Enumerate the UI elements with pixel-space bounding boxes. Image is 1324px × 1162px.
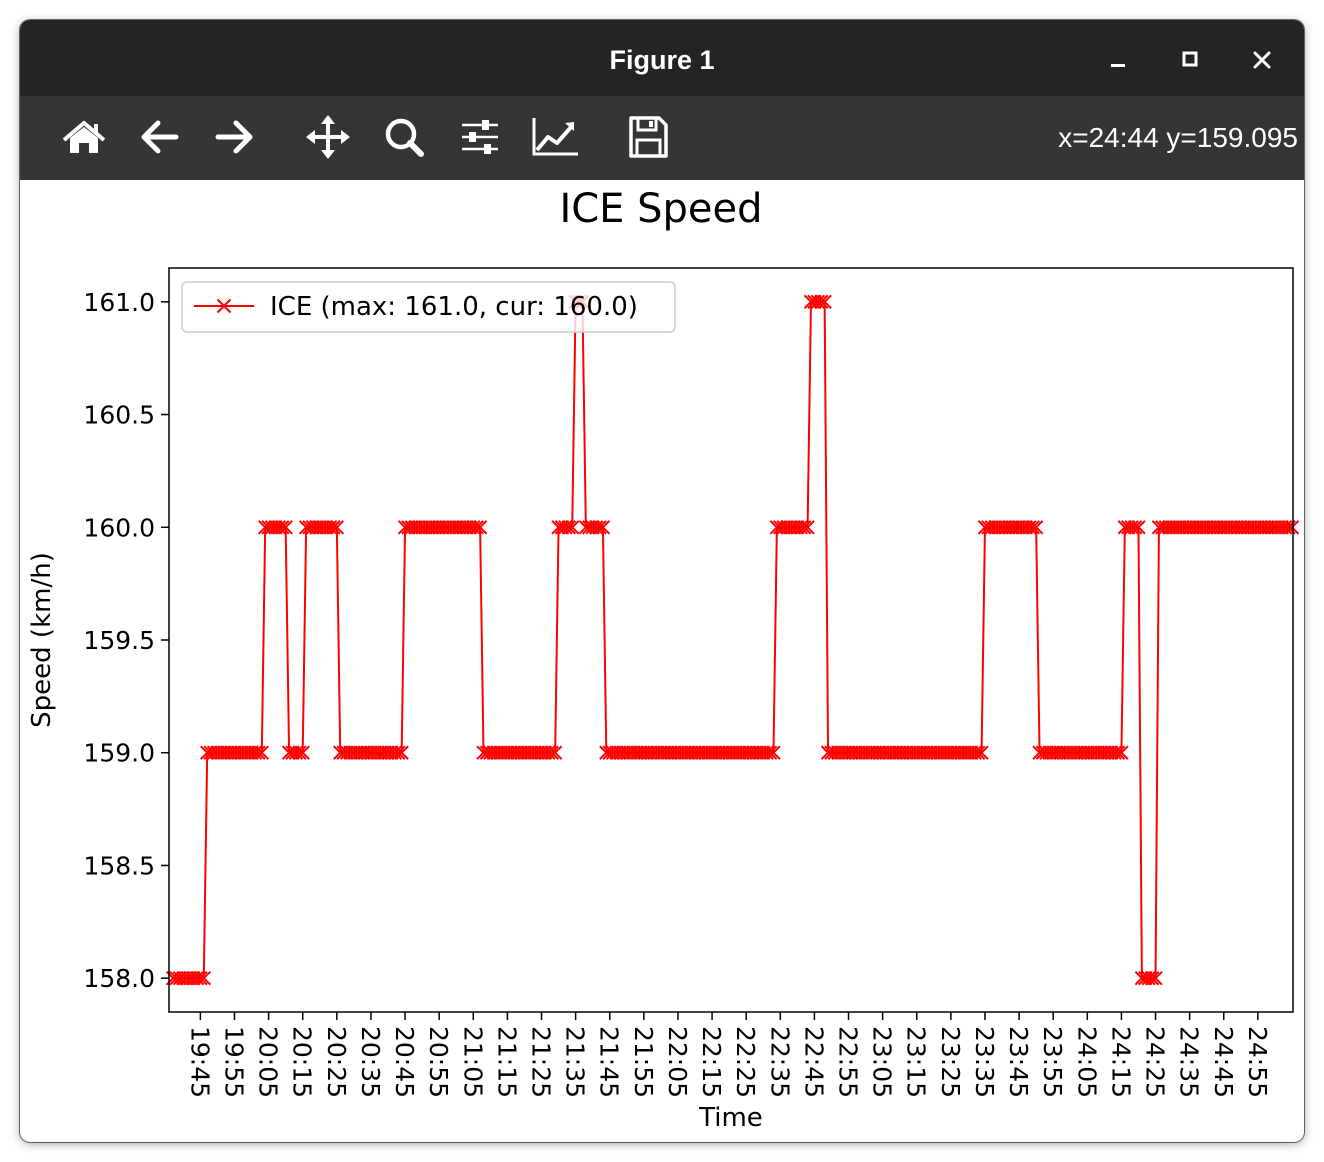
- figure-window: Figure 1 x=24:44 y=159.095 ICE Speed 158…: [20, 20, 1304, 1142]
- edit-axis-button[interactable]: [528, 112, 584, 162]
- x-tick-label: 24:25: [1141, 1026, 1170, 1098]
- configure-subplots-button[interactable]: [452, 112, 508, 162]
- x-tick-label: 22:45: [799, 1026, 828, 1098]
- y-axis-label: Speed (km/h): [27, 552, 57, 728]
- home-icon: [62, 121, 106, 153]
- back-button[interactable]: [132, 112, 188, 162]
- x-tick-label: 24:35: [1175, 1026, 1204, 1098]
- home-button[interactable]: [56, 112, 112, 162]
- y-tick-label: 161.0: [83, 288, 155, 317]
- x-tick-label: 24:15: [1106, 1026, 1135, 1098]
- x-tick-label: 23:05: [868, 1026, 897, 1098]
- x-tick-label: 20:25: [322, 1026, 351, 1098]
- sliders-icon: [462, 120, 498, 154]
- maximize-button[interactable]: [1170, 42, 1210, 78]
- x-tick-label: 21:35: [561, 1026, 590, 1098]
- close-icon: [1253, 51, 1271, 69]
- series-ice: [165, 294, 1300, 986]
- y-tick-label: 160.0: [83, 513, 155, 542]
- x-tick-label: 20:45: [390, 1026, 419, 1098]
- title-bar: Figure 1: [20, 20, 1304, 96]
- x-tick-label: 23:25: [936, 1026, 965, 1098]
- x-tick-label: 23:15: [902, 1026, 931, 1098]
- y-tick-label: 159.0: [83, 739, 155, 768]
- x-tick-label: 21:25: [527, 1026, 556, 1098]
- y-tick-label: 158.0: [83, 964, 155, 993]
- x-tick-label: 21:15: [492, 1026, 521, 1098]
- x-tick-label: 23:45: [1004, 1026, 1033, 1098]
- x-tick-label: 24:05: [1072, 1026, 1101, 1098]
- x-tick-label: 20:15: [288, 1026, 317, 1098]
- zoom-button[interactable]: [376, 112, 432, 162]
- magnifier-icon: [385, 118, 424, 157]
- plot-area[interactable]: ICE Speed 158.0 158.5 159.0 159.5 160.0 160.5…: [20, 180, 1304, 1142]
- x-tick-label: 20:35: [356, 1026, 385, 1098]
- y-tick-label: 159.5: [83, 626, 155, 655]
- x-tick-label: 24:45: [1209, 1026, 1238, 1098]
- x-tick-label: 22:05: [663, 1026, 692, 1098]
- y-axis: 158.0 158.5 159.0 159.5 160.0 160.5 161.0: [83, 288, 169, 993]
- x-axis: 19:45 19:55 20:05 20:15 20:25 20:35 20:45 20:55…: [185, 1012, 1272, 1098]
- close-button[interactable]: [1242, 42, 1282, 78]
- x-tick-label: 21:05: [458, 1026, 487, 1098]
- forward-button[interactable]: [206, 112, 262, 162]
- y-tick-label: 160.5: [83, 401, 155, 430]
- arrow-left-icon: [141, 120, 179, 154]
- line-chart[interactable]: ICE Speed 158.0 158.5 159.0 159.5 160.0 160.5…: [20, 180, 1304, 1142]
- floppy-disk-icon: [629, 116, 668, 158]
- chart-title: ICE Speed: [559, 186, 762, 232]
- x-tick-label: 22:15: [697, 1026, 726, 1098]
- x-tick-label: 23:55: [1038, 1026, 1067, 1098]
- x-tick-label: 19:55: [219, 1026, 248, 1098]
- x-tick-label: 22:35: [765, 1026, 794, 1098]
- minimize-button[interactable]: [1098, 42, 1138, 78]
- minimize-icon: [1111, 64, 1125, 67]
- x-tick-label: 22:25: [731, 1026, 760, 1098]
- cursor-coordinates: x=24:44 y=159.095: [1058, 122, 1298, 153]
- x-tick-label: 19:45: [185, 1026, 214, 1098]
- legend: ICE (max: 161.0, cur: 160.0): [181, 281, 676, 333]
- navigation-toolbar: x=24:44 y=159.095: [20, 96, 1304, 180]
- x-tick-label: 21:45: [595, 1026, 624, 1098]
- x-tick-label: 21:55: [629, 1026, 658, 1098]
- move-icon: [306, 115, 350, 159]
- x-tick-label: 23:35: [970, 1026, 999, 1098]
- line-chart-icon: [532, 118, 578, 156]
- maximize-icon: [1182, 51, 1198, 67]
- x-tick-label: 24:55: [1243, 1026, 1272, 1098]
- arrow-right-icon: [215, 120, 253, 154]
- pan-button[interactable]: [300, 112, 356, 162]
- x-tick-label: 22:55: [834, 1026, 863, 1098]
- y-tick-label: 158.5: [83, 851, 155, 880]
- save-button[interactable]: [620, 112, 676, 162]
- series-line: [173, 300, 1292, 980]
- x-axis-label: Time: [698, 1103, 763, 1133]
- legend-label: ICE (max: 161.0, cur: 160.0): [270, 292, 638, 322]
- x-tick-label: 20:55: [424, 1026, 453, 1098]
- x-tick-label: 20:05: [254, 1026, 283, 1098]
